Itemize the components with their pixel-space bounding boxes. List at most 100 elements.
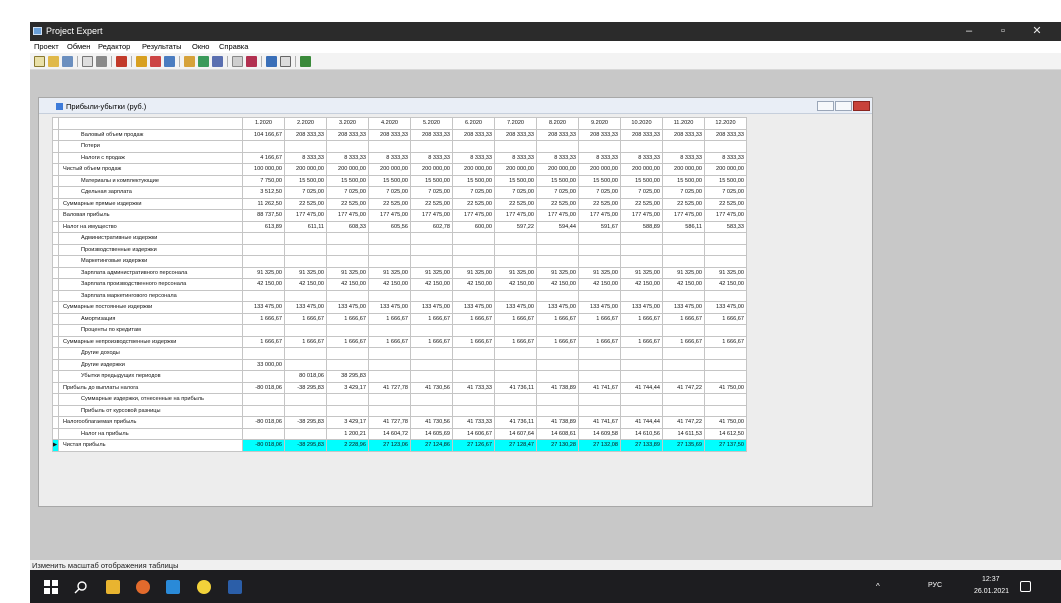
tray-lang[interactable]: РУС <box>928 582 942 589</box>
table-row[interactable]: Потери <box>52 140 747 153</box>
table-row[interactable]: Убытки предыдущих периодов 80 018,06 38 29… <box>52 370 747 383</box>
table-cell[interactable]: 80 018,06 <box>284 370 327 383</box>
table-cell[interactable] <box>620 140 663 153</box>
export-icon[interactable] <box>246 56 257 67</box>
table-cell[interactable] <box>704 370 747 383</box>
table-cell[interactable]: 133 475,00 <box>704 301 747 314</box>
table-cell[interactable]: 42 150,00 <box>704 278 747 291</box>
table-cell[interactable] <box>284 140 327 153</box>
table-cell[interactable]: 91 325,00 <box>410 266 453 279</box>
table-cell[interactable] <box>452 370 495 383</box>
table-cell[interactable]: 1 666,67 <box>368 335 411 348</box>
table-row[interactable]: Зарплата маркетингового персонала <box>52 289 747 302</box>
table-cell[interactable]: 1 666,67 <box>620 312 663 325</box>
table-cell[interactable] <box>662 243 705 256</box>
table-cell[interactable]: 1 666,67 <box>704 312 747 325</box>
table-cell[interactable]: 177 475,00 <box>704 209 747 222</box>
table-cell[interactable]: 41 750,00 <box>704 381 747 394</box>
table-cell[interactable] <box>620 324 663 337</box>
table-cell[interactable] <box>242 404 285 417</box>
table-cell[interactable] <box>704 140 747 153</box>
menu-exchange[interactable]: Обмен <box>67 42 90 51</box>
table-cell[interactable] <box>242 347 285 360</box>
table-cell[interactable] <box>368 289 411 302</box>
table-cell[interactable]: 91 325,00 <box>326 266 369 279</box>
table-cell[interactable] <box>284 358 327 371</box>
table-cell[interactable] <box>578 370 621 383</box>
table-cell[interactable] <box>368 324 411 337</box>
table-cell[interactable] <box>410 140 453 153</box>
table-cell[interactable] <box>494 347 537 360</box>
table-cell[interactable]: 208 333,33 <box>452 128 495 141</box>
table-cell[interactable]: 41 738,89 <box>536 416 579 429</box>
table-cell[interactable]: 208 333,33 <box>704 128 747 141</box>
table-cell[interactable]: 4 166,67 <box>242 151 285 164</box>
table-cell[interactable]: 8 333,33 <box>284 151 327 164</box>
table-cell[interactable] <box>410 289 453 302</box>
column-header[interactable]: 3.2020 <box>326 117 369 130</box>
table-cell[interactable]: 133 475,00 <box>536 301 579 314</box>
table-cell[interactable] <box>662 393 705 406</box>
table-cell[interactable] <box>662 140 705 153</box>
table-cell[interactable]: 208 333,33 <box>620 128 663 141</box>
table-cell[interactable]: 7 025,00 <box>494 186 537 199</box>
table-cell[interactable] <box>662 255 705 268</box>
table-cell[interactable]: 586,11 <box>662 220 705 233</box>
table-cell[interactable]: 41 736,11 <box>494 416 537 429</box>
table-cell[interactable]: 2 228,96 <box>326 439 369 452</box>
table-row[interactable]: Чистый объем продаж 100 000,00 200 000,00 2… <box>52 163 747 176</box>
table-cell[interactable]: 7 025,00 <box>620 186 663 199</box>
table-cell[interactable]: 177 475,00 <box>620 209 663 222</box>
table-cell[interactable] <box>494 324 537 337</box>
table-cell[interactable]: 14 608,61 <box>536 427 579 440</box>
table-cell[interactable] <box>662 289 705 302</box>
table-cell[interactable] <box>536 347 579 360</box>
table-cell[interactable] <box>284 243 327 256</box>
menu-editor[interactable]: Редактор <box>98 42 130 51</box>
table-cell[interactable]: 7 025,00 <box>578 186 621 199</box>
table-cell[interactable]: 200 000,00 <box>410 163 453 176</box>
table-cell[interactable]: 133 475,00 <box>494 301 537 314</box>
column-header[interactable]: 12.2020 <box>704 117 747 130</box>
table-cell[interactable]: 7 025,00 <box>536 186 579 199</box>
table-cell[interactable]: 22 525,00 <box>410 197 453 210</box>
table-cell[interactable] <box>410 255 453 268</box>
maximize-button[interactable] <box>835 101 852 111</box>
table-cell[interactable]: 91 325,00 <box>578 266 621 279</box>
table-cell[interactable]: 177 475,00 <box>536 209 579 222</box>
table-cell[interactable] <box>326 243 369 256</box>
table-cell[interactable]: 41 738,89 <box>536 381 579 394</box>
table-cell[interactable]: 41 750,00 <box>704 416 747 429</box>
firefox-icon[interactable] <box>136 580 150 594</box>
table-cell[interactable]: 1 666,67 <box>284 312 327 325</box>
table-cell[interactable]: 41 741,67 <box>578 381 621 394</box>
table-cell[interactable] <box>704 404 747 417</box>
table-cell[interactable]: 14 604,72 <box>368 427 411 440</box>
table-icon[interactable] <box>136 56 147 67</box>
table-cell[interactable] <box>326 140 369 153</box>
table-cell[interactable] <box>326 347 369 360</box>
table-cell[interactable] <box>620 404 663 417</box>
table-cell[interactable] <box>452 255 495 268</box>
table-cell[interactable] <box>242 427 285 440</box>
table-cell[interactable] <box>410 232 453 245</box>
table-cell[interactable] <box>704 324 747 337</box>
table-cell[interactable]: 27 137,50 <box>704 439 747 452</box>
table-cell[interactable] <box>326 289 369 302</box>
table-cell[interactable]: 3 429,17 <box>326 416 369 429</box>
table-cell[interactable] <box>578 140 621 153</box>
menu-window[interactable]: Окно <box>192 42 209 51</box>
table-cell[interactable] <box>368 393 411 406</box>
table-cell[interactable] <box>662 347 705 360</box>
chart-icon[interactable] <box>150 56 161 67</box>
report-icon[interactable] <box>184 56 195 67</box>
table-cell[interactable]: 41 730,56 <box>410 416 453 429</box>
table-cell[interactable]: 208 333,33 <box>494 128 537 141</box>
table-row[interactable]: Налоги с продаж 4 166,67 8 333,33 8 333,33 8… <box>52 151 747 164</box>
table-cell[interactable]: 200 000,00 <box>326 163 369 176</box>
table-cell[interactable]: 27 135,69 <box>662 439 705 452</box>
table-cell[interactable]: 611,11 <box>284 220 327 233</box>
table-cell[interactable]: 14 606,67 <box>452 427 495 440</box>
table-cell[interactable]: 41 744,44 <box>620 416 663 429</box>
table-cell[interactable]: 594,44 <box>536 220 579 233</box>
